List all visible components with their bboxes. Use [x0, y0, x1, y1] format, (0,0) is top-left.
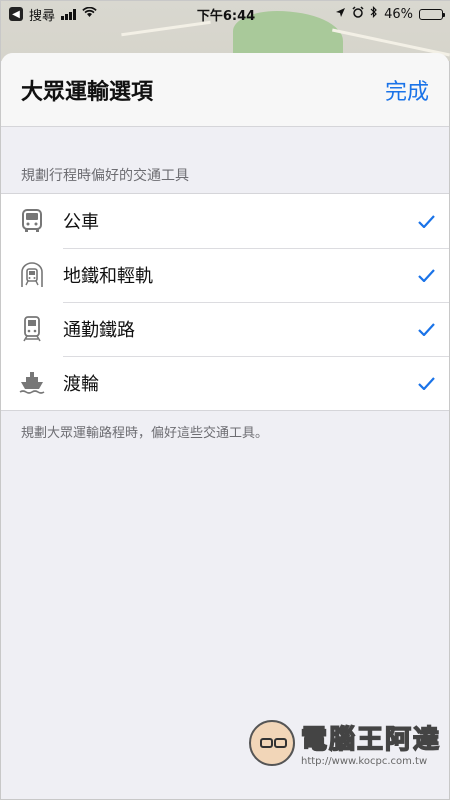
- transit-mode-list: 公車 地鐵和輕軌 通勤鐵路 渡輪: [1, 193, 449, 411]
- transit-row-commuter-rail[interactable]: 通勤鐵路: [1, 302, 449, 356]
- navigation-bar: 大眾運輸選項 完成: [1, 53, 449, 127]
- bus-icon: [1, 209, 63, 233]
- battery-icon: [419, 8, 445, 20]
- status-bar: ◀ 搜尋 下午6:44 46%: [1, 1, 450, 27]
- transit-row-label: 地鐵和輕軌: [63, 266, 153, 287]
- checkmark-icon: [403, 376, 449, 390]
- back-to-app-icon[interactable]: ◀: [9, 7, 23, 21]
- transit-row-bus[interactable]: 公車: [1, 194, 449, 248]
- page-title: 大眾運輸選項: [21, 79, 154, 105]
- transit-row-subway[interactable]: 地鐵和輕軌: [1, 248, 449, 302]
- alarm-icon: [352, 6, 364, 22]
- watermark: 電腦王阿達 http://www.kocpc.com.tw: [249, 719, 441, 767]
- checkmark-icon: [403, 214, 449, 228]
- section-footer: 規劃大眾運輸路程時，偏好這些交通工具。: [21, 426, 269, 441]
- bluetooth-icon: [370, 6, 378, 22]
- train-icon: [1, 316, 63, 342]
- wifi-icon: [82, 6, 97, 21]
- transit-row-label: 渡輪: [63, 374, 99, 395]
- transit-row-label: 公車: [63, 212, 99, 233]
- ferry-icon: [1, 371, 63, 395]
- watermark-mascot-icon: [249, 720, 295, 766]
- done-button[interactable]: 完成: [385, 74, 429, 106]
- section-header: 規劃行程時偏好的交通工具: [21, 168, 189, 184]
- transit-row-label: 通勤鐵路: [63, 320, 135, 341]
- watermark-brand: 電腦王阿達: [300, 724, 442, 756]
- back-app-label[interactable]: 搜尋: [29, 5, 55, 24]
- location-arrow-icon: [335, 7, 346, 22]
- transit-options-sheet: 大眾運輸選項 完成 規劃行程時偏好的交通工具 公車 地鐵和輕軌 通勤鐵路 渡輪 …: [1, 53, 449, 799]
- transit-row-ferry[interactable]: 渡輪: [1, 356, 449, 410]
- checkmark-icon: [403, 268, 449, 282]
- cellular-signal-icon: [61, 8, 77, 20]
- battery-percent: 46%: [384, 6, 413, 22]
- watermark-url: http://www.kocpc.com.tw: [301, 756, 428, 767]
- checkmark-icon: [403, 322, 449, 336]
- subway-icon: [1, 262, 63, 288]
